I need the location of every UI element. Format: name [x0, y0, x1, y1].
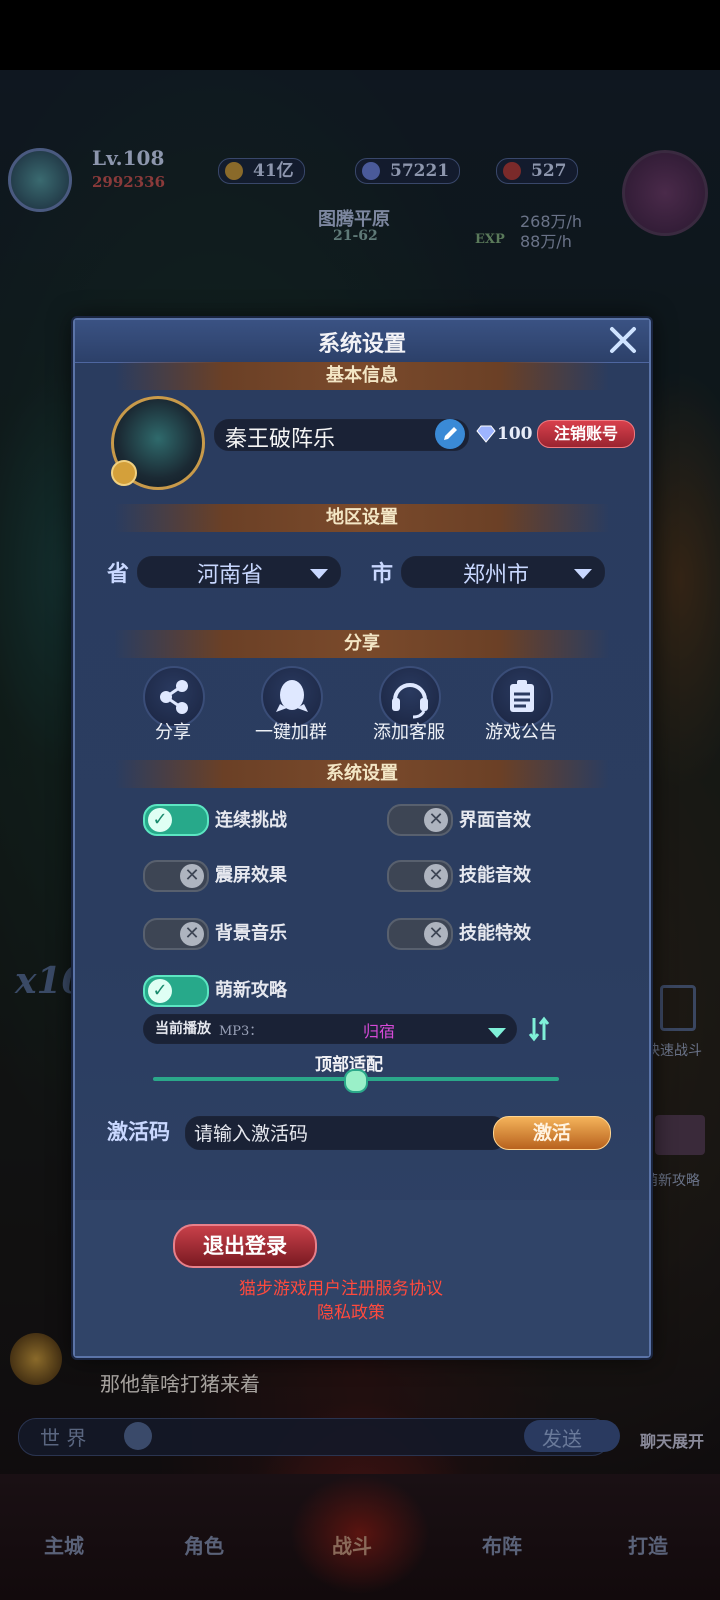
tab-main-city[interactable]: 主城 — [30, 1474, 130, 1594]
user-agreement-link[interactable]: 猫步游戏用户注册服务协议 — [239, 1274, 443, 1299]
emoji-icon[interactable] — [124, 1422, 152, 1450]
x-icon: ✕ — [424, 808, 448, 832]
check-icon: ✓ — [148, 808, 172, 832]
chat-channel[interactable]: 世 界 — [40, 1422, 86, 1451]
music-track: 归宿 — [363, 1022, 396, 1041]
settings-dialog: 系统设置 基本信息 秦王破阵乐 100 注销账号 地区设置 省 河南省 市 郑州… — [73, 318, 651, 1358]
quest-icon[interactable] — [622, 150, 708, 236]
chevron-down-icon — [309, 565, 329, 584]
privacy-policy-link[interactable]: 隐私政策 — [317, 1298, 385, 1323]
chat-message: 那他靠啥打猪来着 — [100, 1372, 260, 1396]
diamond-icon — [362, 162, 380, 180]
tab-battle[interactable]: 战斗 — [290, 1474, 430, 1594]
toggle-label: 技能音效 — [459, 865, 531, 886]
toggle-label: 连续挑战 — [215, 810, 287, 831]
avatar-refresh-icon[interactable] — [111, 460, 137, 486]
cancel-account-button[interactable]: 注销账号 — [537, 420, 635, 448]
player-avatar[interactable] — [8, 148, 72, 212]
gold-counter[interactable]: 41亿 — [218, 158, 305, 184]
x-icon: ✕ — [424, 922, 448, 946]
status-bar — [0, 0, 720, 70]
hourglass-icon[interactable] — [660, 985, 696, 1031]
music-format-label: MP3： — [219, 1024, 263, 1039]
guide-book-icon[interactable] — [655, 1115, 705, 1155]
toggle-label: 震屏效果 — [215, 865, 287, 886]
toggle-skill-effects[interactable]: ✕ — [387, 918, 453, 950]
chat-input-bar[interactable] — [18, 1418, 610, 1456]
toggle-label: 萌新攻略 — [215, 980, 287, 1001]
toggle-label: 背景音乐 — [215, 923, 287, 944]
top-adapt-slider-thumb[interactable] — [344, 1069, 368, 1093]
chevron-down-icon — [573, 565, 593, 584]
join-group-button[interactable]: 一键加群 — [241, 666, 341, 746]
toggle-continuous-challenge[interactable]: ✓ — [143, 804, 209, 836]
chat-expand-label[interactable]: 聊天展开 — [640, 1428, 704, 1452]
check-icon: ✓ — [148, 979, 172, 1003]
rename-cost: 100 — [497, 424, 533, 444]
tab-formation[interactable]: 布阵 — [460, 1474, 560, 1594]
section-region: 地区设置 — [115, 504, 609, 532]
activation-input[interactable]: 请输入激活码 — [185, 1116, 507, 1150]
ruby-icon — [503, 162, 521, 180]
announcement-button[interactable]: 游戏公告 — [471, 666, 571, 746]
section-system: 系统设置 — [115, 760, 609, 788]
close-icon[interactable] — [605, 322, 641, 358]
bottom-nav: 主城 角色 战斗 布阵 打造 — [0, 1474, 720, 1600]
exp-rate: 88万/h — [520, 232, 572, 251]
send-button[interactable]: 发送 — [524, 1420, 620, 1452]
x-icon: ✕ — [180, 864, 204, 888]
toggle-ui-sound[interactable]: ✕ — [387, 804, 453, 836]
section-share: 分享 — [115, 630, 609, 658]
logout-button[interactable]: 退出登录 — [173, 1224, 317, 1268]
section-basic-info: 基本信息 — [115, 362, 609, 390]
ruby-counter[interactable]: 527 — [496, 158, 578, 184]
tab-forge[interactable]: 打造 — [600, 1474, 700, 1594]
dialog-title: 系统设置 — [317, 331, 406, 357]
x-icon: ✕ — [180, 922, 204, 946]
chevron-down-icon — [487, 1024, 507, 1043]
exp-label: EXP — [475, 232, 505, 247]
share-button[interactable]: 分享 — [123, 666, 223, 746]
diamond-icon — [475, 424, 497, 448]
toggle-label: 技能特效 — [459, 923, 531, 944]
x-icon: ✕ — [424, 864, 448, 888]
toggle-label: 界面音效 — [459, 810, 531, 831]
gold-icon — [225, 162, 243, 180]
quick-battle-label[interactable]: 快速战斗 — [646, 1040, 702, 1060]
toggle-newbie-guide[interactable]: ✓ — [143, 975, 209, 1007]
chat-avatar — [10, 1333, 62, 1385]
province-value: 河南省 — [197, 563, 264, 588]
toggle-bg-music[interactable]: ✕ — [143, 918, 209, 950]
activation-label: 激活码 — [107, 1119, 170, 1144]
player-name: 秦王破阵乐 — [225, 427, 336, 452]
customer-service-button[interactable]: 添加客服 — [359, 666, 459, 746]
sort-icon[interactable] — [527, 1016, 551, 1046]
player-level: Lv.108 — [92, 146, 165, 170]
toggle-screen-shake[interactable]: ✕ — [143, 860, 209, 892]
stage-number: 21-62 — [333, 228, 378, 244]
activate-button[interactable]: 激活 — [493, 1116, 611, 1150]
city-label: 市 — [371, 561, 394, 587]
diamond-counter[interactable]: 57221 — [355, 158, 461, 184]
player-power: 2992336 — [92, 173, 166, 191]
city-value: 郑州市 — [463, 563, 530, 588]
tab-character[interactable]: 角色 — [160, 1474, 260, 1594]
edit-name-icon[interactable] — [435, 419, 465, 449]
toggle-skill-sound[interactable]: ✕ — [387, 860, 453, 892]
now-playing-label: 当前播放 — [155, 1021, 211, 1037]
province-label: 省 — [107, 561, 130, 587]
newbie-guide-label[interactable]: 萌新攻略 — [644, 1170, 700, 1190]
